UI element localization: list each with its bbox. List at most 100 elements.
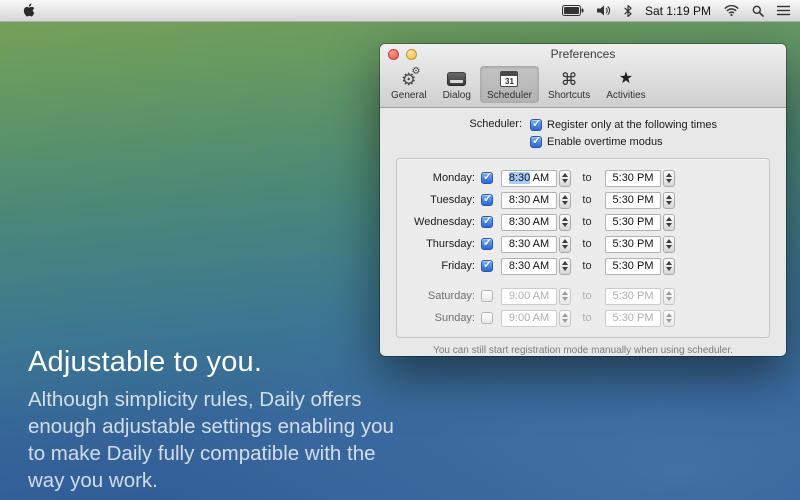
time-stepper[interactable] — [663, 257, 675, 275]
hero-body: Although simplicity rules, Daily offers … — [28, 388, 394, 493]
day-row-monday: Monday: 8:30 AM to 5:30 PM — [407, 167, 759, 189]
end-time-field[interactable]: 5:30 PM — [605, 169, 661, 187]
end-time-field[interactable]: 5:30 PM — [605, 213, 661, 231]
menu-bar: Sat 1:19 PM — [0, 0, 800, 22]
day-checkbox[interactable] — [481, 214, 493, 228]
tab-shortcuts[interactable]: ⌘ Shortcuts — [541, 66, 597, 103]
window-chrome: Preferences ⚙ ⚙ General Dialog 31 Schedul… — [380, 44, 786, 108]
schedule-group-box: Monday: 8:30 AM to 5:30 PM Tuesday: 8:30… — [396, 158, 770, 338]
time-stepper[interactable] — [559, 169, 571, 187]
tab-label: Activities — [606, 90, 646, 101]
to-label: to — [582, 194, 592, 206]
register-times-checkbox[interactable] — [530, 117, 542, 131]
option-row-overtime: Enable overtime modus — [530, 133, 717, 150]
volume-icon[interactable] — [596, 5, 611, 16]
tab-dialog[interactable]: Dialog — [436, 66, 478, 103]
time-stepper[interactable] — [559, 309, 571, 327]
time-stepper[interactable] — [559, 287, 571, 305]
start-time-field[interactable]: 8:30 AM — [501, 191, 557, 209]
start-time-field[interactable]: 8:30 AM — [501, 169, 557, 187]
status-cluster: Sat 1:19 PM — [561, 4, 790, 18]
to-label: to — [582, 312, 592, 324]
close-button[interactable] — [388, 49, 399, 60]
day-checkbox[interactable] — [481, 192, 493, 206]
selected-text: 8:30 — [508, 172, 531, 184]
tab-label: General — [391, 90, 427, 101]
preferences-window: Preferences ⚙ ⚙ General Dialog 31 Schedul… — [380, 44, 786, 356]
checkbox-label: Register only at the following times — [547, 118, 717, 131]
window-title: Preferences — [550, 47, 616, 61]
day-checkbox[interactable] — [481, 312, 493, 324]
end-time-field[interactable]: 5:30 PM — [605, 309, 661, 327]
day-label: Wednesday: — [414, 216, 475, 228]
tab-general[interactable]: ⚙ ⚙ General — [384, 66, 434, 103]
time-stepper[interactable] — [559, 235, 571, 253]
time-stepper[interactable] — [663, 309, 675, 327]
time-stepper[interactable] — [663, 191, 675, 209]
menu-bar-clock[interactable]: Sat 1:19 PM — [645, 4, 711, 18]
bluetooth-icon[interactable] — [624, 4, 632, 17]
start-time-field[interactable]: 9:00 AM — [501, 309, 557, 327]
end-time-field[interactable]: 5:30 PM — [605, 257, 661, 275]
to-label: to — [582, 216, 592, 228]
wifi-icon[interactable] — [724, 5, 739, 16]
spotlight-icon[interactable] — [752, 5, 764, 17]
end-time-field[interactable]: 5:30 PM — [605, 235, 661, 253]
title-bar[interactable]: Preferences — [380, 44, 786, 64]
end-time-field[interactable]: 5:30 PM — [605, 191, 661, 209]
time-stepper[interactable] — [559, 191, 571, 209]
day-label: Friday: — [441, 260, 475, 272]
notification-center-icon[interactable] — [777, 5, 790, 16]
minimize-button[interactable] — [406, 49, 417, 60]
to-label: to — [582, 172, 592, 184]
day-checkbox[interactable] — [481, 170, 493, 184]
star-icon: ★ — [618, 70, 634, 87]
start-time-field[interactable]: 8:30 AM — [501, 213, 557, 231]
time-stepper[interactable] — [559, 213, 571, 231]
tab-scheduler[interactable]: 31 Scheduler — [479, 66, 539, 103]
day-checkbox[interactable] — [481, 236, 493, 250]
day-label: Sunday: — [434, 312, 475, 324]
day-row-saturday: Saturday: 9:00 AM to 5:30 PM — [407, 285, 759, 307]
to-label: to — [582, 290, 592, 302]
time-stepper[interactable] — [663, 235, 675, 253]
battery-icon[interactable] — [561, 5, 584, 16]
checkbox-label: Enable overtime modus — [547, 135, 663, 148]
time-stepper[interactable] — [663, 169, 675, 187]
preferences-toolbar: ⚙ ⚙ General Dialog 31 Scheduler ⌘ Shortcu… — [380, 64, 786, 107]
weekend-separator — [407, 277, 759, 285]
hero-title: Adjustable to you. — [28, 346, 263, 378]
tab-activities[interactable]: ★ Activities — [599, 66, 652, 103]
day-row-tuesday: Tuesday: 8:30 AM to 5:30 PM — [407, 189, 759, 211]
time-suffix: AM — [530, 172, 550, 184]
apple-menu[interactable] — [22, 3, 35, 18]
start-time-field[interactable]: 8:30 AM — [501, 235, 557, 253]
day-row-thursday: Thursday: 8:30 AM to 5:30 PM — [407, 233, 759, 255]
start-time-field[interactable]: 8:30 AM — [501, 257, 557, 275]
time-stepper[interactable] — [663, 213, 675, 231]
footer-note: You can still start registration mode ma… — [433, 345, 733, 356]
day-label: Saturday: — [427, 290, 475, 302]
day-row-sunday: Sunday: 9:00 AM to 5:30 PM — [407, 307, 759, 329]
time-stepper[interactable] — [559, 257, 571, 275]
day-checkbox[interactable] — [481, 290, 493, 302]
overtime-checkbox[interactable] — [530, 134, 542, 148]
end-time-field[interactable]: 5:30 PM — [605, 287, 661, 305]
tab-label: Scheduler — [486, 90, 532, 101]
day-label: Tuesday: — [430, 194, 475, 206]
calendar-icon: 31 — [500, 69, 519, 89]
day-row-friday: Friday: 8:30 AM to 5:30 PM — [407, 255, 759, 277]
scheduler-label: Scheduler: — [469, 118, 522, 130]
option-row-register-times: Register only at the following times — [530, 116, 717, 133]
time-stepper[interactable] — [663, 287, 675, 305]
to-label: to — [582, 238, 592, 250]
day-checkbox[interactable] — [481, 258, 493, 272]
tab-label: Dialog — [442, 90, 471, 101]
day-row-wednesday: Wednesday: 8:30 AM to 5:30 PM — [407, 211, 759, 233]
to-label: to — [582, 260, 592, 272]
gears-icon: ⚙ ⚙ — [401, 66, 421, 89]
day-label: Thursday: — [426, 238, 475, 250]
start-time-field[interactable]: 9:00 AM — [501, 287, 557, 305]
traffic-lights — [388, 49, 417, 60]
scheduler-pane: Scheduler: Register only at the followin… — [380, 108, 786, 356]
